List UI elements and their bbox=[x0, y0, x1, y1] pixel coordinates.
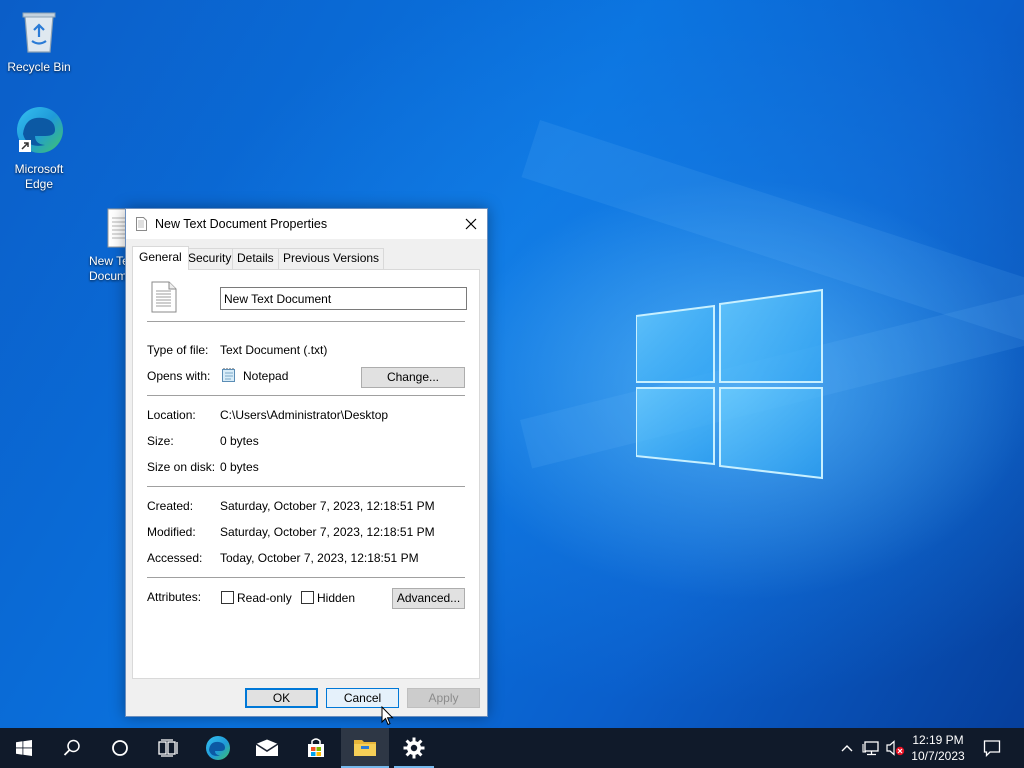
notification-icon bbox=[983, 740, 1001, 757]
text-file-icon bbox=[151, 281, 177, 313]
mail-icon bbox=[255, 739, 279, 756]
recycle-bin-label: Recycle Bin bbox=[7, 60, 71, 74]
readonly-checkbox[interactable] bbox=[221, 591, 234, 604]
edge-icon bbox=[17, 107, 63, 153]
task-view-icon bbox=[158, 739, 178, 757]
accessed-value: Today, October 7, 2023, 12:18:51 PM bbox=[220, 551, 419, 565]
separator bbox=[147, 486, 465, 487]
show-hidden-icons-button[interactable] bbox=[838, 738, 856, 758]
separator bbox=[147, 395, 465, 396]
start-button[interactable] bbox=[0, 728, 48, 768]
modified-label: Modified: bbox=[147, 525, 196, 539]
task-view-button[interactable] bbox=[144, 728, 192, 768]
size-value: 0 bytes bbox=[220, 434, 259, 448]
windows-logo-wallpaper bbox=[636, 288, 823, 480]
taskbar: 12:19 PM 10/7/2023 bbox=[0, 728, 1024, 768]
tab-general[interactable]: General bbox=[132, 246, 189, 270]
type-of-file-label: Type of file: bbox=[147, 343, 209, 357]
created-value: Saturday, October 7, 2023, 12:18:51 PM bbox=[220, 499, 435, 513]
text-file-icon bbox=[136, 217, 147, 231]
close-icon bbox=[465, 218, 477, 230]
separator bbox=[147, 321, 465, 322]
hidden-label[interactable]: Hidden bbox=[317, 591, 355, 605]
size-on-disk-value: 0 bytes bbox=[220, 460, 259, 474]
taskbar-mail[interactable] bbox=[243, 728, 291, 768]
gear-icon bbox=[403, 737, 425, 759]
file-name-input[interactable] bbox=[220, 287, 467, 310]
mouse-cursor-icon bbox=[381, 706, 394, 726]
dialog-titlebar[interactable]: New Text Document Properties bbox=[126, 209, 487, 239]
taskbar-store[interactable] bbox=[292, 728, 340, 768]
readonly-label[interactable]: Read-only bbox=[237, 591, 292, 605]
size-on-disk-label: Size on disk: bbox=[147, 460, 216, 474]
type-of-file-value: Text Document (.txt) bbox=[220, 343, 328, 357]
volume-tray-button[interactable] bbox=[884, 738, 906, 758]
created-label: Created: bbox=[147, 499, 194, 513]
search-button[interactable] bbox=[48, 728, 96, 768]
store-icon bbox=[308, 738, 324, 757]
properties-dialog: New Text Document Properties General Sec… bbox=[125, 208, 488, 717]
recycle-bin-icon bbox=[22, 12, 56, 53]
desktop-icon-recycle-bin[interactable]: Recycle Bin bbox=[1, 8, 77, 75]
taskbar-settings[interactable] bbox=[390, 728, 438, 768]
attributes-label: Attributes: bbox=[147, 590, 202, 604]
search-icon bbox=[63, 739, 80, 756]
taskbar-file-explorer[interactable] bbox=[341, 728, 389, 768]
advanced-button[interactable]: Advanced... bbox=[392, 588, 465, 609]
cancel-button[interactable]: Cancel bbox=[326, 688, 399, 708]
opens-with-value: Notepad bbox=[243, 369, 289, 383]
cortana-icon bbox=[112, 740, 128, 756]
tab-previous-versions[interactable]: Previous Versions bbox=[278, 248, 385, 269]
notepad-icon bbox=[222, 368, 235, 382]
volume-muted-icon bbox=[886, 740, 905, 756]
location-value: C:\Users\Administrator\Desktop bbox=[220, 408, 389, 422]
file-explorer-icon bbox=[354, 740, 376, 756]
size-label: Size: bbox=[147, 434, 174, 448]
clock-time: 12:19 PM bbox=[912, 733, 964, 747]
general-tab-panel: Type of file: Text Document (.txt) Opens… bbox=[132, 269, 480, 679]
change-button[interactable]: Change... bbox=[361, 367, 465, 388]
tab-details[interactable]: Details bbox=[232, 248, 279, 269]
close-button[interactable] bbox=[455, 209, 487, 239]
action-center-button[interactable] bbox=[980, 738, 1004, 758]
network-icon bbox=[862, 741, 879, 756]
clock-date: 10/7/2023 bbox=[911, 749, 965, 763]
taskbar-edge[interactable] bbox=[194, 728, 242, 768]
edge-icon bbox=[206, 736, 230, 760]
ok-button[interactable]: OK bbox=[245, 688, 318, 708]
edge-label: Microsoft Edge bbox=[14, 162, 64, 191]
hidden-checkbox[interactable] bbox=[301, 591, 314, 604]
windows-start-icon bbox=[16, 740, 32, 756]
tab-security[interactable]: Security bbox=[183, 248, 237, 269]
chevron-up-icon bbox=[841, 745, 853, 752]
desktop-icon-microsoft-edge[interactable]: Microsoft Edge bbox=[1, 104, 77, 192]
apply-button[interactable]: Apply bbox=[407, 688, 480, 708]
clock[interactable]: 12:19 PM 10/7/2023 bbox=[908, 732, 968, 764]
accessed-label: Accessed: bbox=[147, 551, 203, 565]
location-label: Location: bbox=[147, 408, 196, 422]
separator bbox=[147, 577, 465, 578]
dialog-title: New Text Document Properties bbox=[155, 217, 328, 231]
modified-value: Saturday, October 7, 2023, 12:18:51 PM bbox=[220, 525, 435, 539]
network-tray-button[interactable] bbox=[861, 738, 881, 758]
cortana-button[interactable] bbox=[96, 728, 144, 768]
opens-with-label: Opens with: bbox=[147, 369, 211, 383]
